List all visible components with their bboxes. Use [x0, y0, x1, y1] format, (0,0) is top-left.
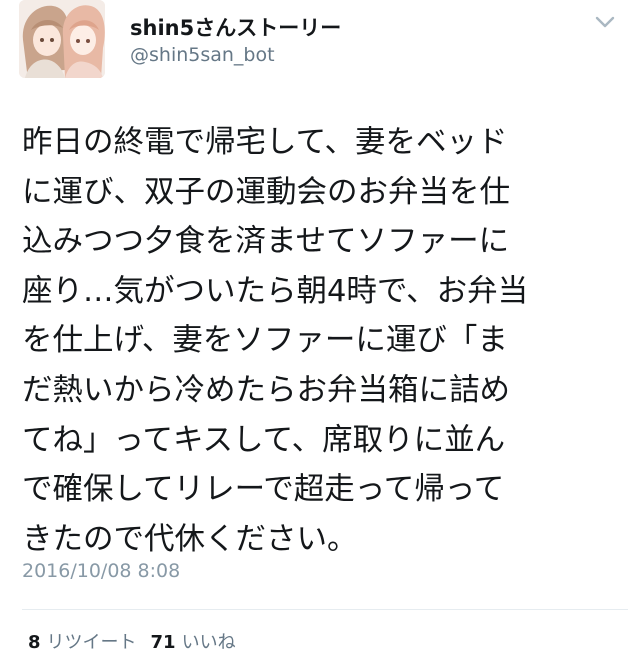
likes-label: いいね [181, 632, 236, 653]
author-display-name[interactable]: shin5さんストーリー [130, 12, 341, 42]
tweet-text-line: てね」ってキスして、席取りに並ん [22, 422, 506, 458]
tweet-text: 昨日の終電で帰宅して、妻をベッド に運び、双子の運動会のお弁当を仕 込みつつ夕食… [22, 118, 622, 564]
tweet-text-line: で確保してリレーで超走って帰って [22, 472, 505, 508]
tweet-text-line: だ熱いから冷めたらお弁当箱に詰め [22, 372, 510, 408]
retweets-stat[interactable]: 8 リツイート [28, 632, 137, 653]
chevron-down-icon[interactable] [594, 14, 616, 30]
likes-count: 71 [150, 632, 176, 653]
tweet-timestamp[interactable]: 2016/10/08 8:08 [22, 560, 180, 582]
avatar-illustration [19, 0, 105, 78]
retweets-count: 8 [28, 632, 41, 653]
author-handle[interactable]: @shin5san_bot [130, 44, 275, 66]
tweet-text-line: 座り…気がついたら朝4時で、お弁当 [22, 273, 529, 309]
retweets-label: リツイート [46, 632, 137, 653]
divider [22, 609, 628, 610]
likes-stat[interactable]: 71 いいね [151, 632, 236, 653]
tweet-text-line: きたので代休ください。 [22, 521, 358, 557]
tweet-text-line: を仕上げ、妻をソファーに運び「ま [22, 323, 508, 359]
avatar[interactable] [19, 0, 105, 78]
tweet-text-line: 込みつつ夕食を済ませてソファーに [22, 224, 510, 260]
tweet-card: shin5さんストーリー @shin5san_bot 昨日の終電で帰宅して、妻を… [0, 0, 628, 663]
tweet-text-line: に運び、双子の運動会のお弁当を仕 [22, 174, 510, 210]
tweet-stats: 8 リツイート 71 いいね [28, 628, 236, 654]
tweet-text-line: 昨日の終電で帰宅して、妻をベッド [22, 125, 508, 160]
